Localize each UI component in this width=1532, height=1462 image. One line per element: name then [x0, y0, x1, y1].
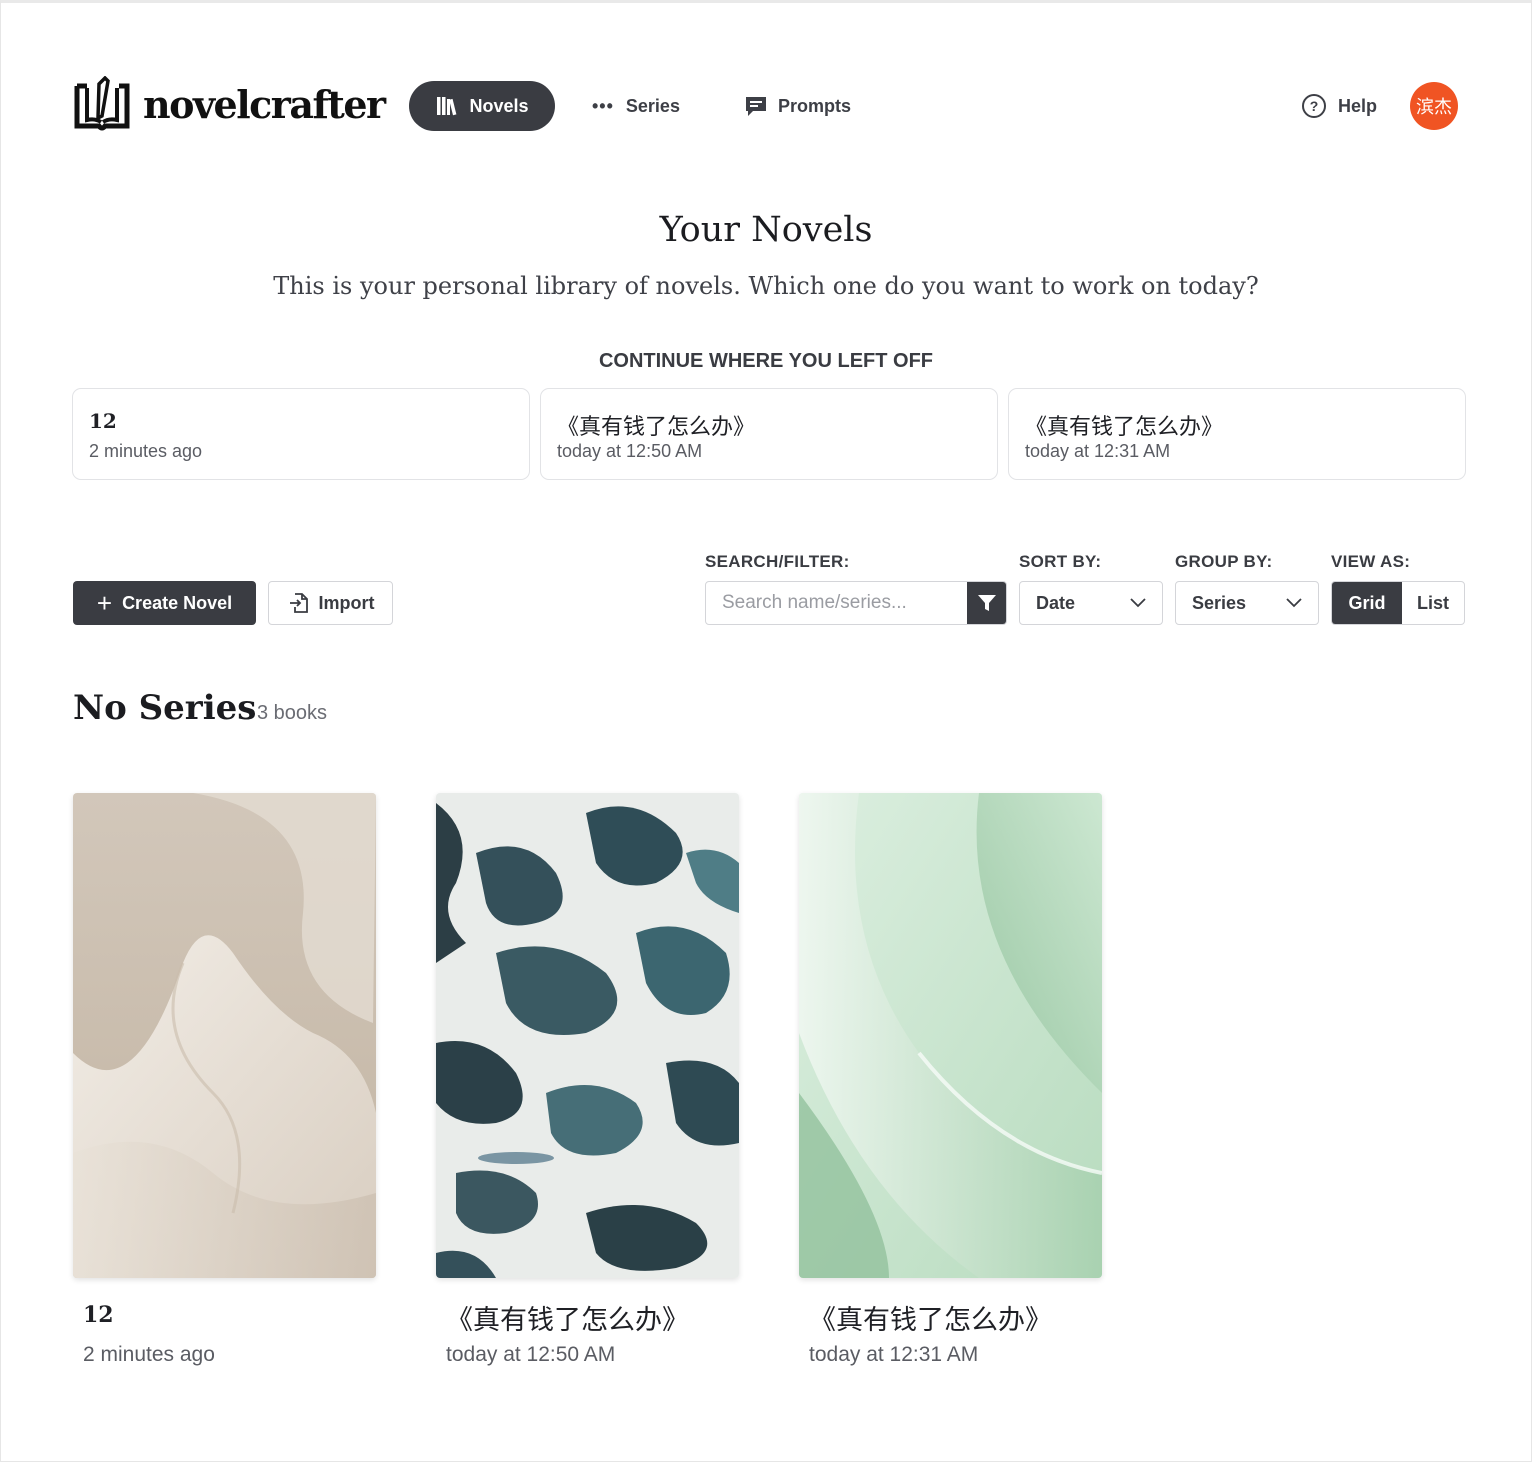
- recent-novel-date: 2 minutes ago: [89, 441, 203, 461]
- chat-bubble-icon: [746, 97, 766, 116]
- book-cover[interactable]: [799, 793, 1102, 1278]
- recent-novel-date: today at 12:50 AM: [557, 441, 703, 461]
- group-select[interactable]: Series: [1175, 581, 1319, 625]
- search-label: SEARCH/FILTER:: [705, 552, 850, 571]
- nav-series[interactable]: ••• Series: [592, 81, 680, 131]
- more-dots-icon: •••: [592, 95, 614, 116]
- recent-novel-card[interactable]: 12 2 minutes ago: [72, 388, 530, 480]
- sort-label: SORT BY:: [1019, 552, 1102, 571]
- nav-prompts-label: Prompts: [778, 95, 852, 116]
- continue-heading: CONTINUE WHERE YOU LEFT OFF: [598, 350, 934, 372]
- recent-novel-card[interactable]: 《真有钱了怎么办》 today at 12:50 AM: [540, 388, 998, 480]
- book-title[interactable]: 《真有钱了怎么办》: [809, 1298, 1052, 1337]
- book-date: 2 minutes ago: [83, 1343, 215, 1366]
- book-title[interactable]: 12: [83, 1302, 114, 1328]
- page-subtitle: This is your personal library of novels.…: [273, 272, 1259, 300]
- app-logo[interactable]: novelcrafter: [73, 76, 386, 132]
- search-field: [705, 581, 1007, 625]
- chevron-down-icon: [1130, 598, 1146, 608]
- import-icon: [289, 593, 308, 613]
- library-icon: [437, 97, 457, 116]
- recent-novel-date: today at 12:31 AM: [1025, 441, 1171, 461]
- help-icon: ?: [1302, 94, 1326, 118]
- ocean-foam-cover: [436, 793, 739, 1278]
- nav-prompts[interactable]: Prompts: [744, 81, 851, 131]
- chevron-down-icon: [1286, 598, 1302, 608]
- recent-novel-title: 12: [89, 409, 117, 433]
- help-label: Help: [1338, 95, 1378, 116]
- recent-novel-card[interactable]: 《真有钱了怎么办》 today at 12:31 AM: [1008, 388, 1466, 480]
- recent-novel-title: 《真有钱了怎么办》: [1025, 415, 1224, 440]
- book-date: today at 12:50 AM: [446, 1343, 616, 1366]
- book-cover[interactable]: [73, 793, 376, 1278]
- search-input[interactable]: [706, 582, 967, 624]
- user-avatar[interactable]: 滨杰: [1410, 82, 1458, 130]
- filter-button[interactable]: [967, 582, 1006, 624]
- green-folds-cover: [799, 793, 1102, 1278]
- help-button[interactable]: ? Help: [1302, 81, 1377, 131]
- group-title: No Series: [73, 688, 257, 728]
- view-grid-button[interactable]: Grid: [1332, 582, 1402, 624]
- book-cover[interactable]: [436, 793, 739, 1278]
- plus-icon: +: [96, 588, 113, 618]
- recent-novel-title: 《真有钱了怎么办》: [557, 415, 756, 440]
- book-title[interactable]: 《真有钱了怎么办》: [446, 1298, 689, 1337]
- group-count: 3 books: [257, 702, 328, 724]
- create-novel-label: Create Novel: [122, 592, 233, 613]
- funnel-icon: [977, 595, 996, 611]
- nav-series-label: Series: [625, 95, 680, 116]
- book-date: today at 12:31 AM: [809, 1343, 979, 1366]
- nav-novels-label: Novels: [469, 95, 529, 116]
- view-label: VIEW AS:: [1331, 552, 1411, 571]
- group-label: GROUP BY:: [1175, 552, 1273, 571]
- sort-select[interactable]: Date: [1019, 581, 1163, 625]
- sort-value: Date: [1036, 592, 1076, 613]
- nav-novels[interactable]: Novels: [409, 81, 555, 131]
- view-list-button[interactable]: List: [1402, 582, 1464, 624]
- app-name: novelcrafter: [143, 81, 386, 127]
- page-title: Your Novels: [659, 210, 873, 250]
- create-novel-button[interactable]: + Create Novel: [73, 581, 256, 625]
- import-label: Import: [318, 592, 375, 613]
- group-value: Series: [1192, 592, 1247, 613]
- import-button[interactable]: Import: [268, 581, 393, 625]
- book-logo-icon: [74, 76, 130, 131]
- beige-waves-cover: [73, 793, 376, 1278]
- view-toggle: Grid List: [1331, 581, 1465, 625]
